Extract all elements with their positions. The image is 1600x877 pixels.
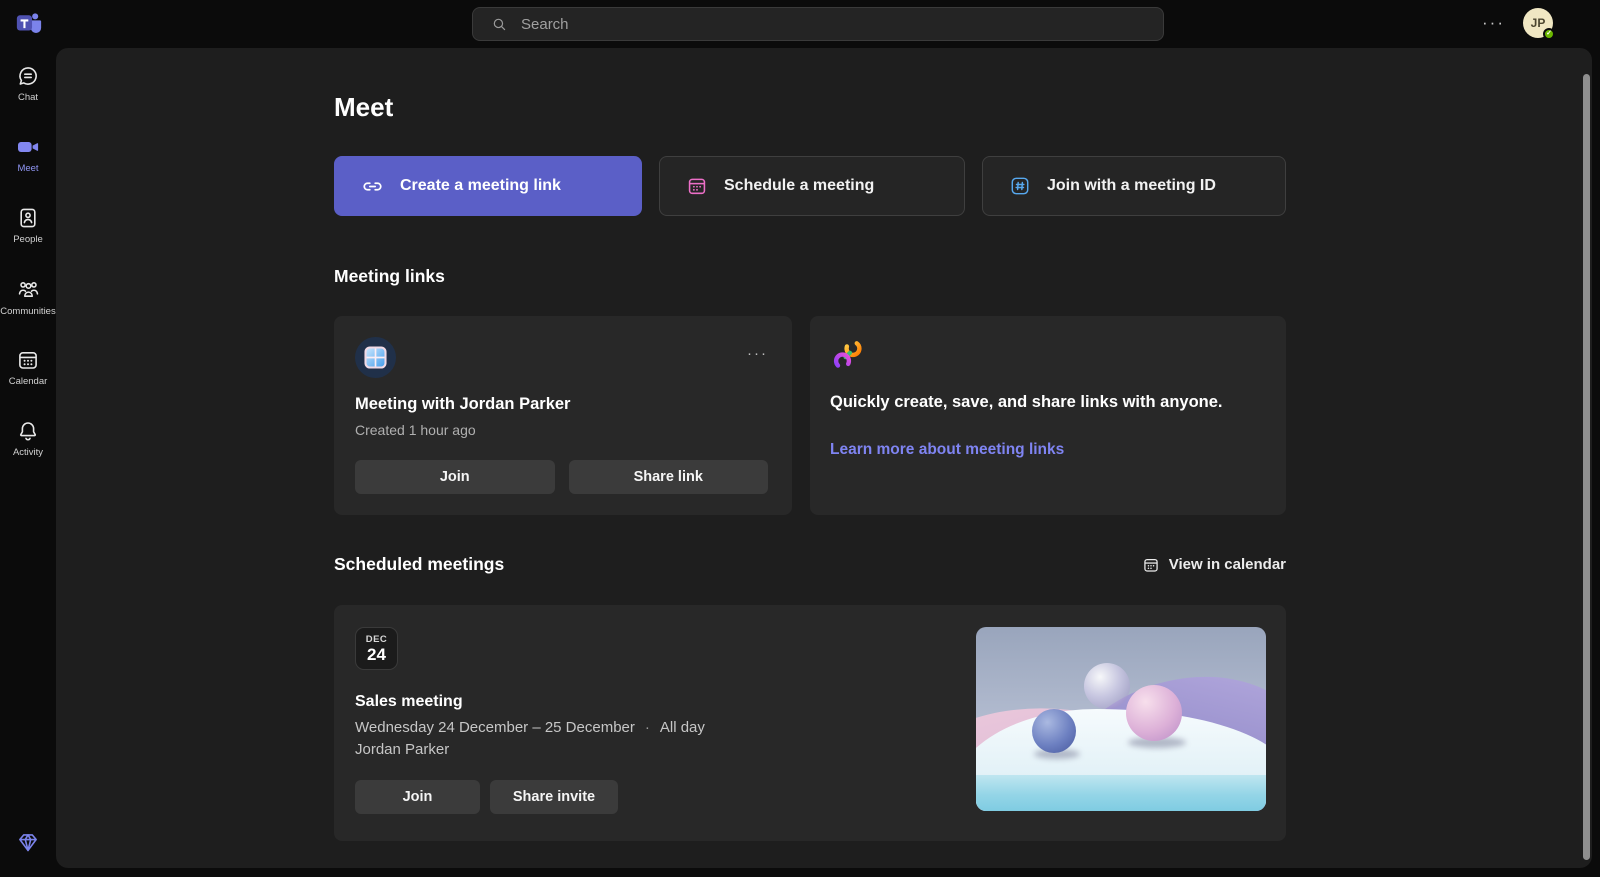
- presence-available-icon: ✓: [1543, 28, 1555, 40]
- create-meeting-link-button[interactable]: Create a meeting link: [334, 156, 642, 216]
- schedule-meeting-button[interactable]: Schedule a meeting: [659, 156, 965, 216]
- main-panel: Meet Create a meeting link Schedule a me…: [56, 48, 1592, 868]
- artwork-blue-sphere: [1032, 709, 1076, 753]
- meeting-link-title: Meeting with Jordan Parker: [355, 395, 571, 413]
- event-date-badge: DEC 24: [355, 627, 398, 670]
- action-buttons-row: Create a meeting link Schedule a meeting…: [334, 156, 1286, 216]
- scheduled-meeting-card[interactable]: DEC 24 Sales meeting Wednesday 24 Decemb…: [334, 605, 1286, 841]
- meeting-links-heading: Meeting links: [334, 266, 445, 286]
- sidebar-item-label: Calendar: [8, 376, 48, 387]
- calendar-icon: [686, 175, 708, 197]
- sidebar-item-label: People: [13, 234, 43, 245]
- card-more-options-button[interactable]: ···: [747, 345, 768, 362]
- meeting-artwork-image: [976, 627, 1266, 811]
- event-month: DEC: [365, 633, 388, 645]
- scheduled-meetings-heading: Scheduled meetings: [334, 554, 505, 574]
- event-date-range: Wednesday 24 December – 25 December: [355, 719, 635, 736]
- chat-icon: [16, 64, 40, 88]
- more-options-button[interactable]: ···: [1482, 12, 1505, 34]
- sidebar-item-people[interactable]: People: [0, 190, 56, 261]
- teams-logo-icon: [15, 9, 43, 37]
- meeting-links-info-text: Quickly create, save, and share links wi…: [830, 393, 1223, 411]
- meet-page: Meet Create a meeting link Schedule a me…: [334, 92, 1286, 841]
- view-in-calendar-label: View in calendar: [1168, 556, 1286, 573]
- button-label: Schedule a meeting: [724, 177, 875, 194]
- event-all-day: All day: [659, 719, 705, 736]
- gem-icon: [15, 829, 41, 855]
- avatar-initials: JP: [1530, 16, 1546, 30]
- contact-card-icon: [16, 206, 40, 230]
- app-rail: Chat Meet People Communities Calendar Ac…: [0, 48, 56, 877]
- vertical-scrollbar[interactable]: [1583, 74, 1590, 860]
- search-bar[interactable]: [472, 7, 1164, 41]
- meeting-link-avatar: [355, 337, 396, 378]
- calendar-icon: [16, 348, 40, 372]
- event-day: 24: [367, 644, 386, 664]
- video-camera-icon: [16, 135, 40, 159]
- meeting-links-info-card: Quickly create, save, and share links wi…: [810, 316, 1286, 515]
- sidebar-item-label: Chat: [17, 92, 39, 103]
- search-input[interactable]: [521, 15, 1121, 33]
- teams-app-window: ··· JP ✓ Chat Meet: [0, 0, 1600, 877]
- sidebar-item-calendar[interactable]: Calendar: [0, 332, 56, 403]
- sidebar-item-meet[interactable]: Meet: [0, 119, 56, 190]
- artwork-glass-sphere: [1084, 663, 1130, 709]
- learn-more-link[interactable]: Learn more about meeting links: [830, 441, 1064, 459]
- sidebar-item-premium[interactable]: [0, 829, 56, 855]
- join-with-meeting-id-button[interactable]: Join with a meeting ID: [982, 156, 1286, 216]
- search-icon: [491, 16, 508, 33]
- share-invite-button[interactable]: Share invite: [490, 780, 618, 814]
- view-in-calendar-button[interactable]: View in calendar: [1142, 556, 1286, 574]
- top-bar: ··· JP ✓: [0, 0, 1600, 48]
- join-button[interactable]: Join: [355, 780, 480, 814]
- artwork-water: [976, 775, 1266, 811]
- artwork-pink-sphere: [1126, 685, 1182, 741]
- meeting-links-cards: ··· Meeting with Jordan Parker Created 1…: [334, 316, 1286, 515]
- hash-icon: [1009, 175, 1031, 197]
- sidebar-item-label: Meet: [17, 163, 39, 174]
- meeting-link-created: Created 1 hour ago: [355, 422, 476, 438]
- join-button[interactable]: Join: [355, 460, 555, 494]
- button-label: Join with a meeting ID: [1047, 177, 1216, 194]
- sidebar-item-chat[interactable]: Chat: [0, 48, 56, 119]
- sidebar-item-label: Activity: [12, 447, 44, 458]
- page-title: Meet: [334, 92, 394, 122]
- share-link-button[interactable]: Share link: [568, 460, 768, 494]
- people-group-icon: [16, 277, 41, 302]
- sidebar-item-activity[interactable]: Activity: [0, 403, 56, 474]
- calendar-icon: [1142, 556, 1160, 574]
- bell-icon: [16, 419, 40, 443]
- button-label: Create a meeting link: [400, 177, 561, 194]
- link-icon: [361, 175, 384, 198]
- sidebar-item-label: Communities: [0, 305, 56, 317]
- window-icon: [363, 345, 388, 370]
- separator-dot: ·: [644, 719, 650, 736]
- colorful-link-icon: [830, 337, 1258, 373]
- avatar[interactable]: JP ✓: [1523, 8, 1555, 40]
- meeting-link-card[interactable]: ··· Meeting with Jordan Parker Created 1…: [334, 316, 792, 515]
- sidebar-item-communities[interactable]: Communities: [0, 261, 56, 332]
